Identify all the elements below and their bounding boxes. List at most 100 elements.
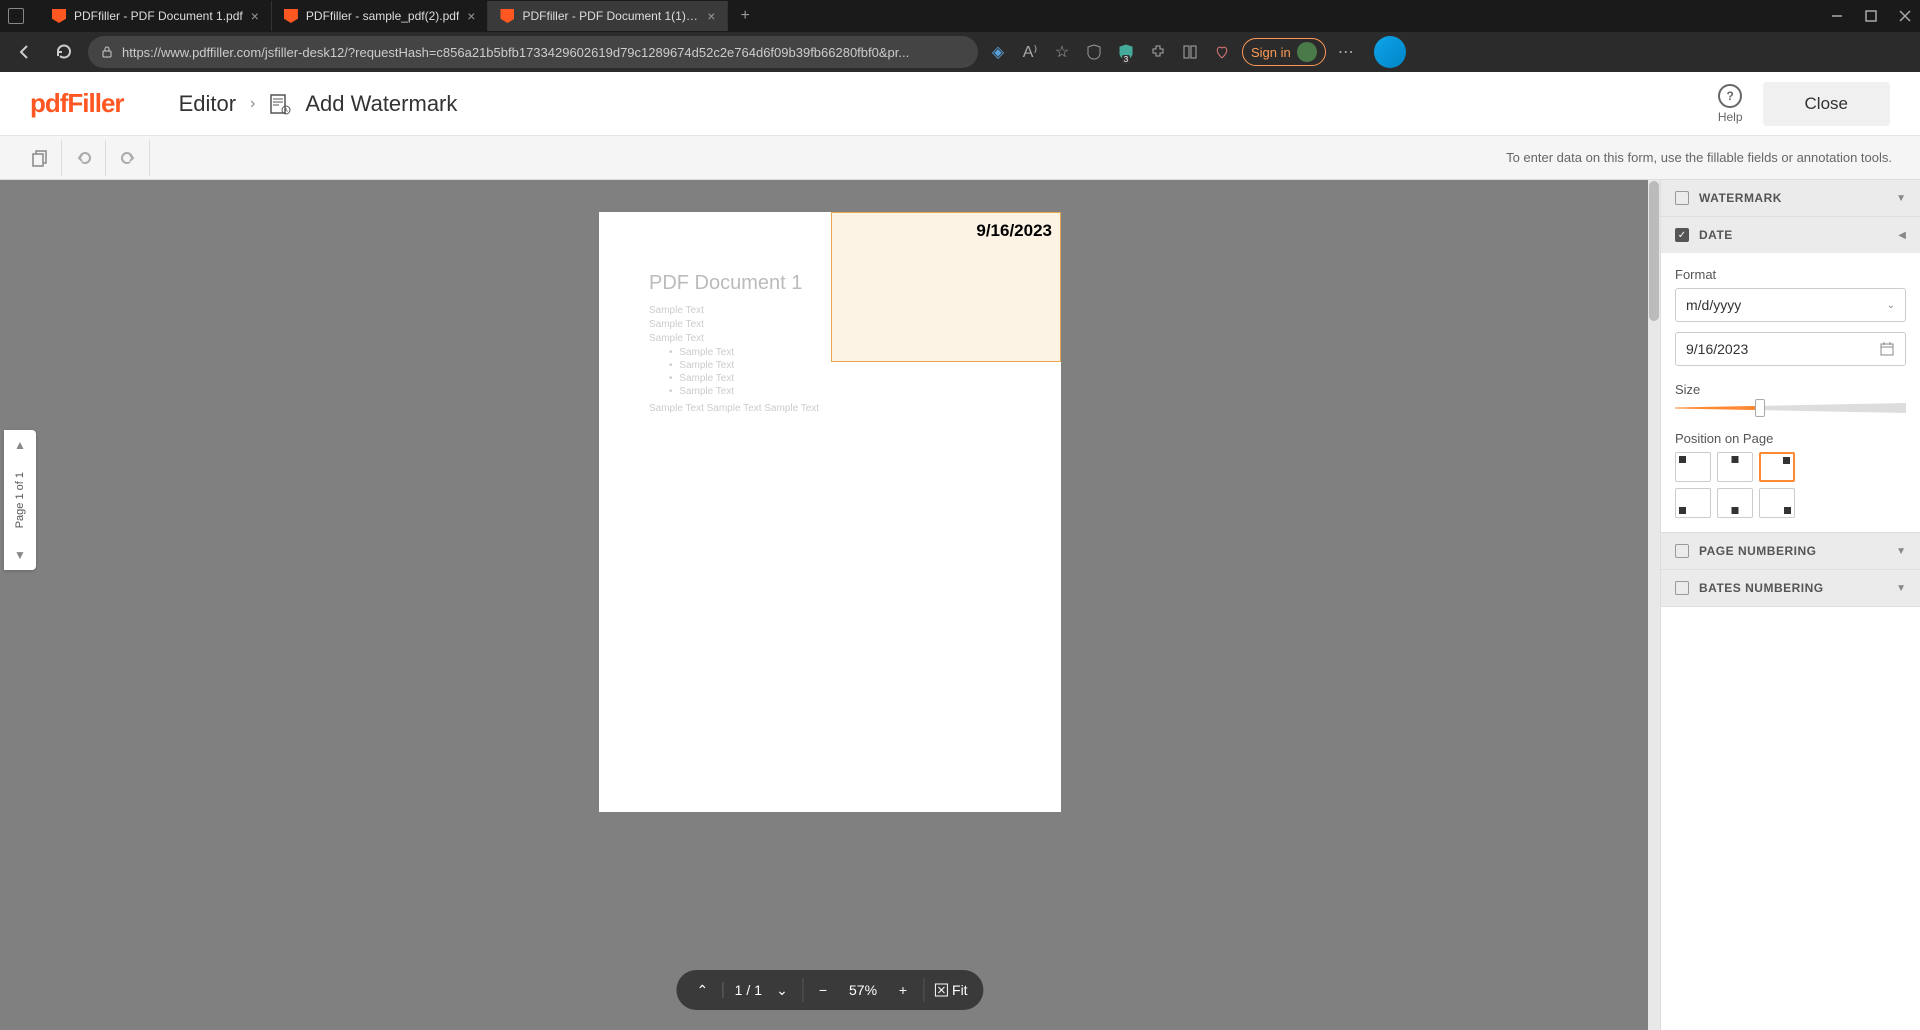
refresh-button[interactable] xyxy=(48,36,80,68)
position-top-left[interactable] xyxy=(1675,452,1711,482)
help-button[interactable]: ? Help xyxy=(1718,84,1743,124)
page-numbering-checkbox[interactable] xyxy=(1675,544,1689,558)
minimize-icon[interactable] xyxy=(1830,9,1844,23)
tab-title: PDFfiller - PDF Document 1(1).pd xyxy=(522,9,699,23)
chevron-down-icon: ▼ xyxy=(1896,583,1906,594)
date-input[interactable]: 9/16/2023 xyxy=(1675,332,1906,366)
page-numbering-section: PAGE NUMBERING ▼ xyxy=(1661,533,1920,570)
date-header[interactable]: DATE ◀ xyxy=(1661,217,1920,253)
browser-tab[interactable]: PDFfiller - PDF Document 1.pdf × xyxy=(40,1,272,31)
pages-button[interactable] xyxy=(18,140,62,176)
fit-button[interactable]: Fit xyxy=(934,982,968,998)
slider-thumb[interactable] xyxy=(1755,399,1765,417)
bates-section: BATES NUMBERING ▼ xyxy=(1661,570,1920,607)
shopping-tag-icon[interactable]: ◈ xyxy=(986,40,1010,64)
zoom-toolbar: ⌃ / 1 ⌄ − 57% + Fit xyxy=(676,970,983,1010)
close-button[interactable]: Close xyxy=(1763,82,1890,126)
zoom-out-button[interactable]: − xyxy=(813,982,833,998)
read-aloud-icon[interactable]: A⁾ xyxy=(1018,40,1042,64)
size-slider[interactable] xyxy=(1675,403,1906,413)
page-up-button[interactable]: ▲ xyxy=(14,438,26,452)
position-bottom-center[interactable] xyxy=(1717,488,1753,518)
position-top-center[interactable] xyxy=(1717,452,1753,482)
collections-icon[interactable] xyxy=(1210,40,1234,64)
chevron-down-icon: ▼ xyxy=(1896,546,1906,557)
app-container: pdfFiller Editor › A Add Watermark ? Hel… xyxy=(0,72,1920,1030)
toolbar-hint: To enter data on this form, use the fill… xyxy=(1506,150,1902,165)
prev-page-button[interactable]: ⌃ xyxy=(692,982,712,999)
watermark-icon: A xyxy=(269,93,291,115)
signin-button[interactable]: Sign in xyxy=(1242,38,1326,66)
maximize-icon[interactable] xyxy=(1864,9,1878,23)
help-icon: ? xyxy=(1718,84,1742,108)
tab-favicon-icon xyxy=(500,9,514,23)
url-input[interactable]: https://www.pdffiller.com/jsfiller-desk1… xyxy=(88,36,978,68)
page-down-button[interactable]: ▼ xyxy=(14,548,26,562)
favorite-icon[interactable]: ☆ xyxy=(1050,40,1074,64)
close-icon[interactable]: × xyxy=(707,8,715,24)
split-screen-icon[interactable] xyxy=(1178,40,1202,64)
page-numbering-header[interactable]: PAGE NUMBERING ▼ xyxy=(1661,533,1920,569)
shield-check-icon[interactable]: 3 xyxy=(1114,40,1138,64)
fit-label: Fit xyxy=(952,982,968,998)
breadcrumb-current: Add Watermark xyxy=(305,91,457,117)
zoom-in-button[interactable]: + xyxy=(893,982,913,998)
position-bottom-left[interactable] xyxy=(1675,488,1711,518)
position-bottom-right[interactable] xyxy=(1759,488,1795,518)
format-select[interactable]: m/d/yyyy ⌄ xyxy=(1675,288,1906,322)
separator xyxy=(923,978,924,1002)
breadcrumb-editor[interactable]: Editor xyxy=(179,91,236,117)
next-page-button[interactable]: ⌄ xyxy=(772,982,792,999)
canvas-area: ▲ Page 1 of 1 ▼ 9/16/2023 PDF Document 1… xyxy=(0,180,1660,1030)
document-page[interactable]: 9/16/2023 PDF Document 1 Sample Text Sam… xyxy=(599,212,1061,812)
avatar xyxy=(1297,42,1317,62)
watermark-header[interactable]: WATERMARK ▼ xyxy=(1661,180,1920,216)
side-panel: WATERMARK ▼ DATE ◀ Format m/d/yyyy ⌄ xyxy=(1660,180,1920,1030)
document-line: Sample Text xyxy=(649,305,819,316)
arrow-left-icon xyxy=(15,43,33,61)
close-icon[interactable]: × xyxy=(467,8,475,24)
bates-checkbox[interactable] xyxy=(1675,581,1689,595)
scrollbar-thumb[interactable] xyxy=(1649,181,1659,321)
logo: pdfFiller xyxy=(30,88,124,119)
document-title: PDF Document 1 xyxy=(649,272,819,295)
more-icon[interactable]: ⋯ xyxy=(1334,40,1358,64)
workspace: ▲ Page 1 of 1 ▼ 9/16/2023 PDF Document 1… xyxy=(0,180,1920,1030)
format-label: Format xyxy=(1675,267,1906,282)
position-top-right[interactable] xyxy=(1759,452,1795,482)
slider-track xyxy=(1675,403,1906,413)
scrollbar[interactable] xyxy=(1648,180,1660,1030)
bates-header[interactable]: BATES NUMBERING ▼ xyxy=(1661,570,1920,606)
date-checkbox[interactable] xyxy=(1675,228,1689,242)
tab-overview-icon[interactable] xyxy=(8,8,24,24)
watermark-checkbox[interactable] xyxy=(1675,191,1689,205)
date-section: DATE ◀ Format m/d/yyyy ⌄ 9/16/2023 Size xyxy=(1661,217,1920,533)
redo-button[interactable] xyxy=(106,140,150,176)
help-label: Help xyxy=(1718,110,1743,124)
tab-title: PDFfiller - PDF Document 1.pdf xyxy=(74,9,243,23)
window-controls xyxy=(1830,9,1912,23)
watermark-date-box[interactable]: 9/16/2023 xyxy=(831,212,1061,362)
browser-tab-active[interactable]: PDFfiller - PDF Document 1(1).pd × xyxy=(488,1,728,31)
calendar-icon[interactable] xyxy=(1879,341,1895,357)
back-button[interactable] xyxy=(8,36,40,68)
tab-favicon-icon xyxy=(52,9,66,23)
chevron-right-icon: › xyxy=(250,95,255,113)
new-tab-button[interactable]: + xyxy=(728,7,761,25)
document-bullet: Sample Text xyxy=(669,347,819,358)
shield-icon[interactable] xyxy=(1082,40,1106,64)
chevron-left-icon: ◀ xyxy=(1898,230,1906,241)
close-icon[interactable]: × xyxy=(251,8,259,24)
bing-icon[interactable] xyxy=(1374,36,1406,68)
page-number-input[interactable] xyxy=(722,982,742,998)
close-window-icon[interactable] xyxy=(1898,9,1912,23)
watermark-title: WATERMARK xyxy=(1699,191,1886,205)
tab-favicon-icon xyxy=(284,9,298,23)
chevron-down-icon: ▼ xyxy=(1896,193,1906,204)
fit-icon xyxy=(934,983,948,997)
browser-tab[interactable]: PDFfiller - sample_pdf(2).pdf × xyxy=(272,1,489,31)
breadcrumb: Editor › A Add Watermark xyxy=(179,91,458,117)
date-body: Format m/d/yyyy ⌄ 9/16/2023 Size Positi xyxy=(1661,253,1920,532)
undo-button[interactable] xyxy=(62,140,106,176)
extensions-icon[interactable] xyxy=(1146,40,1170,64)
